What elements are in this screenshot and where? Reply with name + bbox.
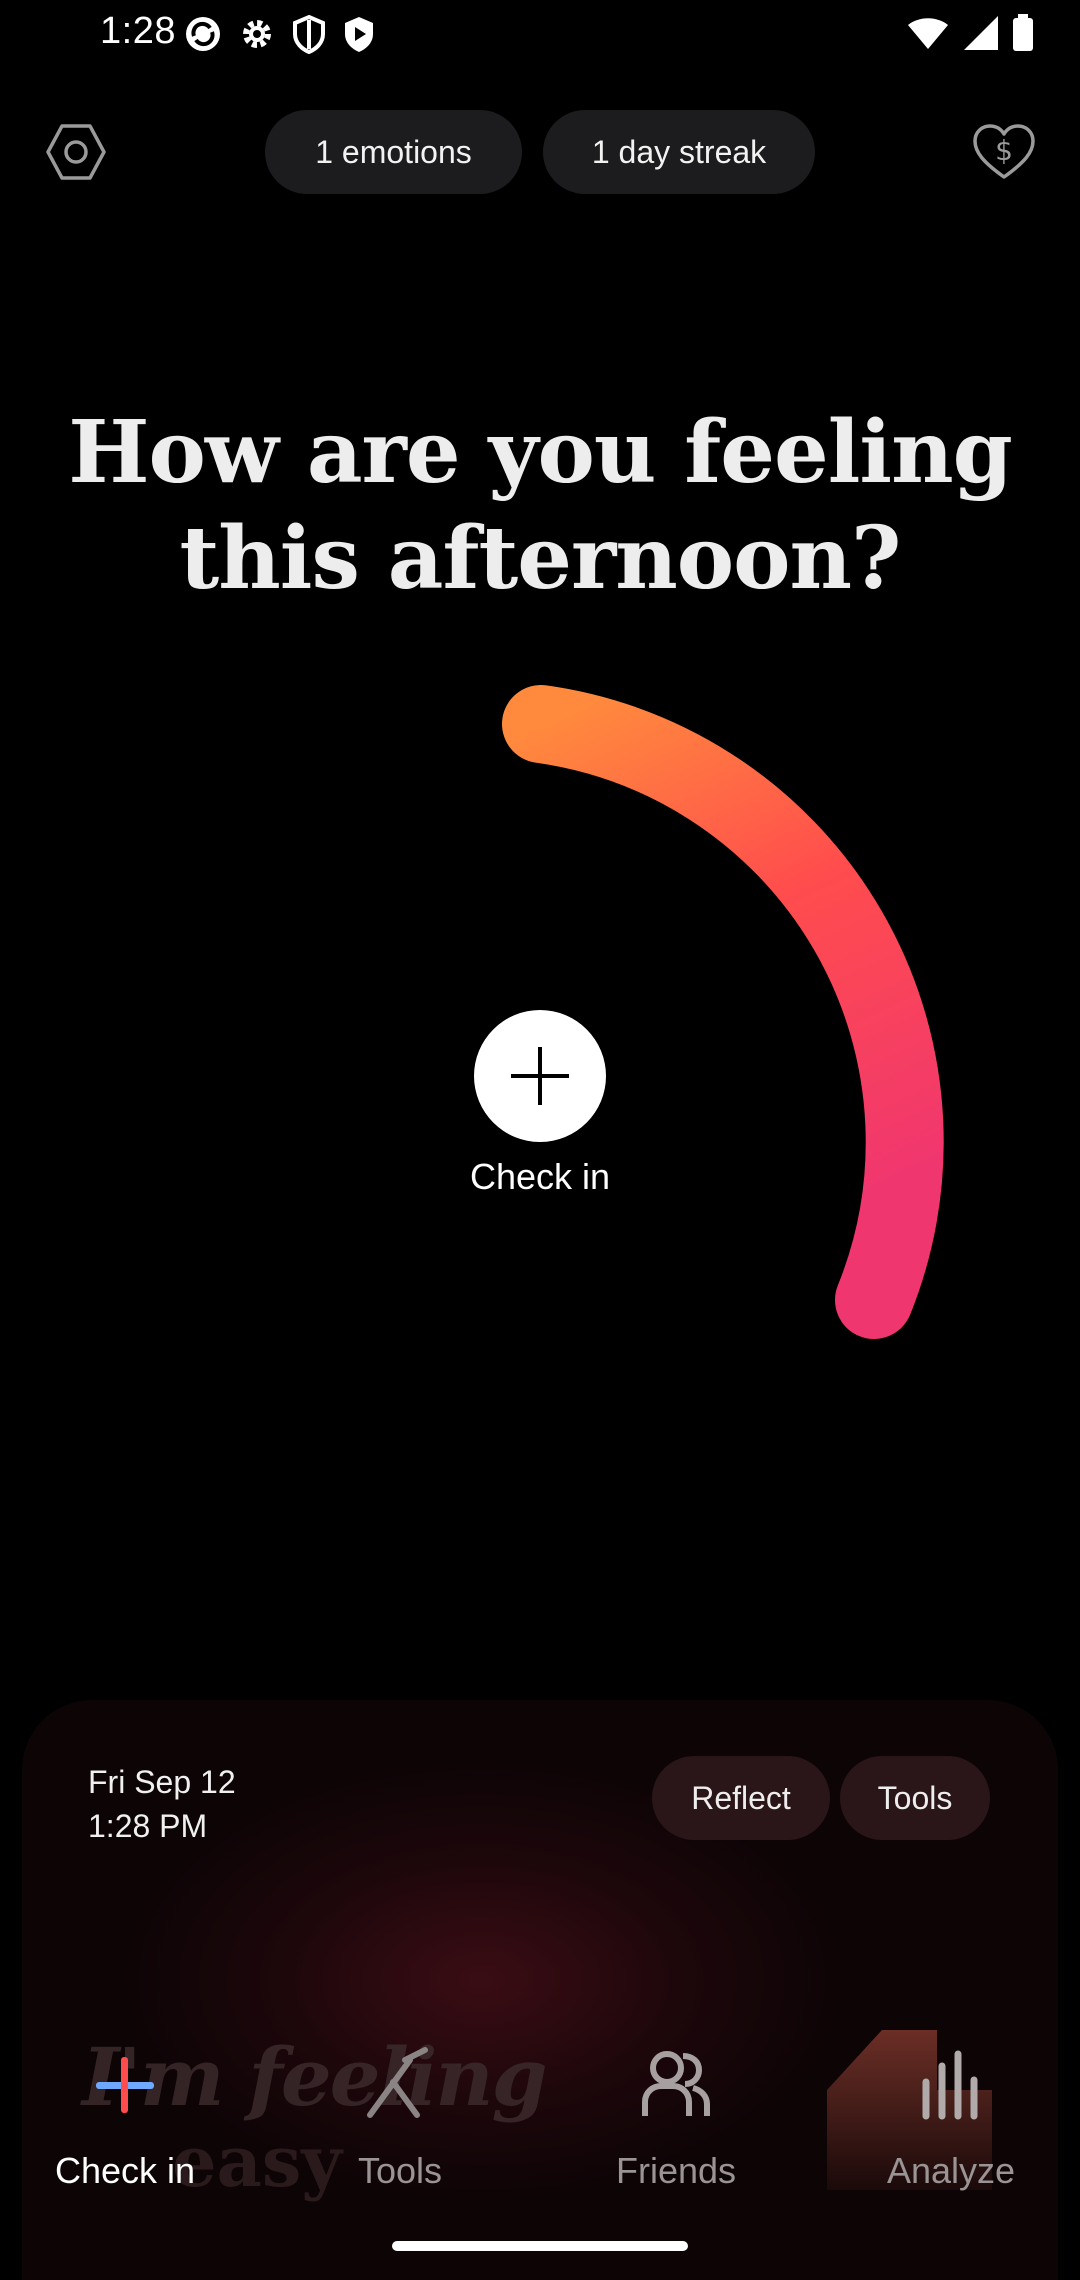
status-notification-icons [183, 14, 377, 54]
donate-button[interactable]: $ [968, 116, 1040, 188]
heart-dollar-icon: $ [973, 124, 1035, 179]
signal-icon [964, 16, 998, 50]
nav-item-tools[interactable]: Tools [280, 2010, 520, 2210]
tools-button[interactable]: Tools [840, 1756, 990, 1840]
reflect-button[interactable]: Reflect [652, 1756, 830, 1840]
settings-status-icon [243, 20, 271, 48]
check-in-icon [80, 2040, 170, 2130]
feeling-question: How are you feeling this afternoon? [68, 402, 1013, 609]
check-in-screen: 1:28 1 emotions 1 day streak $ How are y… [0, 0, 1080, 2280]
nav-label-analyze: Analyze [886, 2150, 1016, 2191]
sync-icon [186, 17, 220, 51]
nav-item-check-in[interactable]: Check in [5, 2010, 245, 2210]
streak-pill[interactable]: 1 day streak [543, 110, 815, 194]
play-protect-icon [345, 17, 373, 52]
nav-label-tools: Tools [357, 2150, 443, 2191]
nav-label-friends: Friends [615, 2150, 737, 2191]
checkin-date: Fri Sep 12 [88, 1764, 236, 1800]
nav-label-check-in: Check in [54, 2150, 196, 2191]
analyze-icon [906, 2040, 996, 2130]
home-indicator[interactable] [392, 2241, 688, 2251]
checkin-time: 1:28 PM [88, 1808, 208, 1844]
hexagon-settings-icon [46, 124, 106, 180]
battery-icon [1013, 14, 1033, 51]
bottom-nav: Check in Tools Friends Analyze [0, 2010, 1080, 2210]
status-system-icons [906, 14, 1034, 52]
nav-item-analyze[interactable]: Analyze [831, 2010, 1071, 2210]
friends-icon [631, 2040, 721, 2130]
emotions-count-pill[interactable]: 1 emotions [265, 110, 522, 194]
checkin-datetime: Fri Sep 12 1:28 PM [88, 1760, 236, 1848]
svg-text:$: $ [995, 134, 1013, 167]
check-in-label: Check in [469, 1156, 611, 1197]
shield-icon [293, 14, 325, 54]
status-bar: 1:28 [0, 0, 1080, 66]
nav-item-friends[interactable]: Friends [556, 2010, 796, 2210]
check-in-button[interactable] [474, 1010, 606, 1142]
plus-icon [511, 1047, 569, 1105]
tools-icon [355, 2040, 445, 2130]
wifi-icon [908, 18, 948, 49]
status-time: 1:28 [100, 10, 176, 52]
settings-button[interactable] [40, 116, 112, 188]
